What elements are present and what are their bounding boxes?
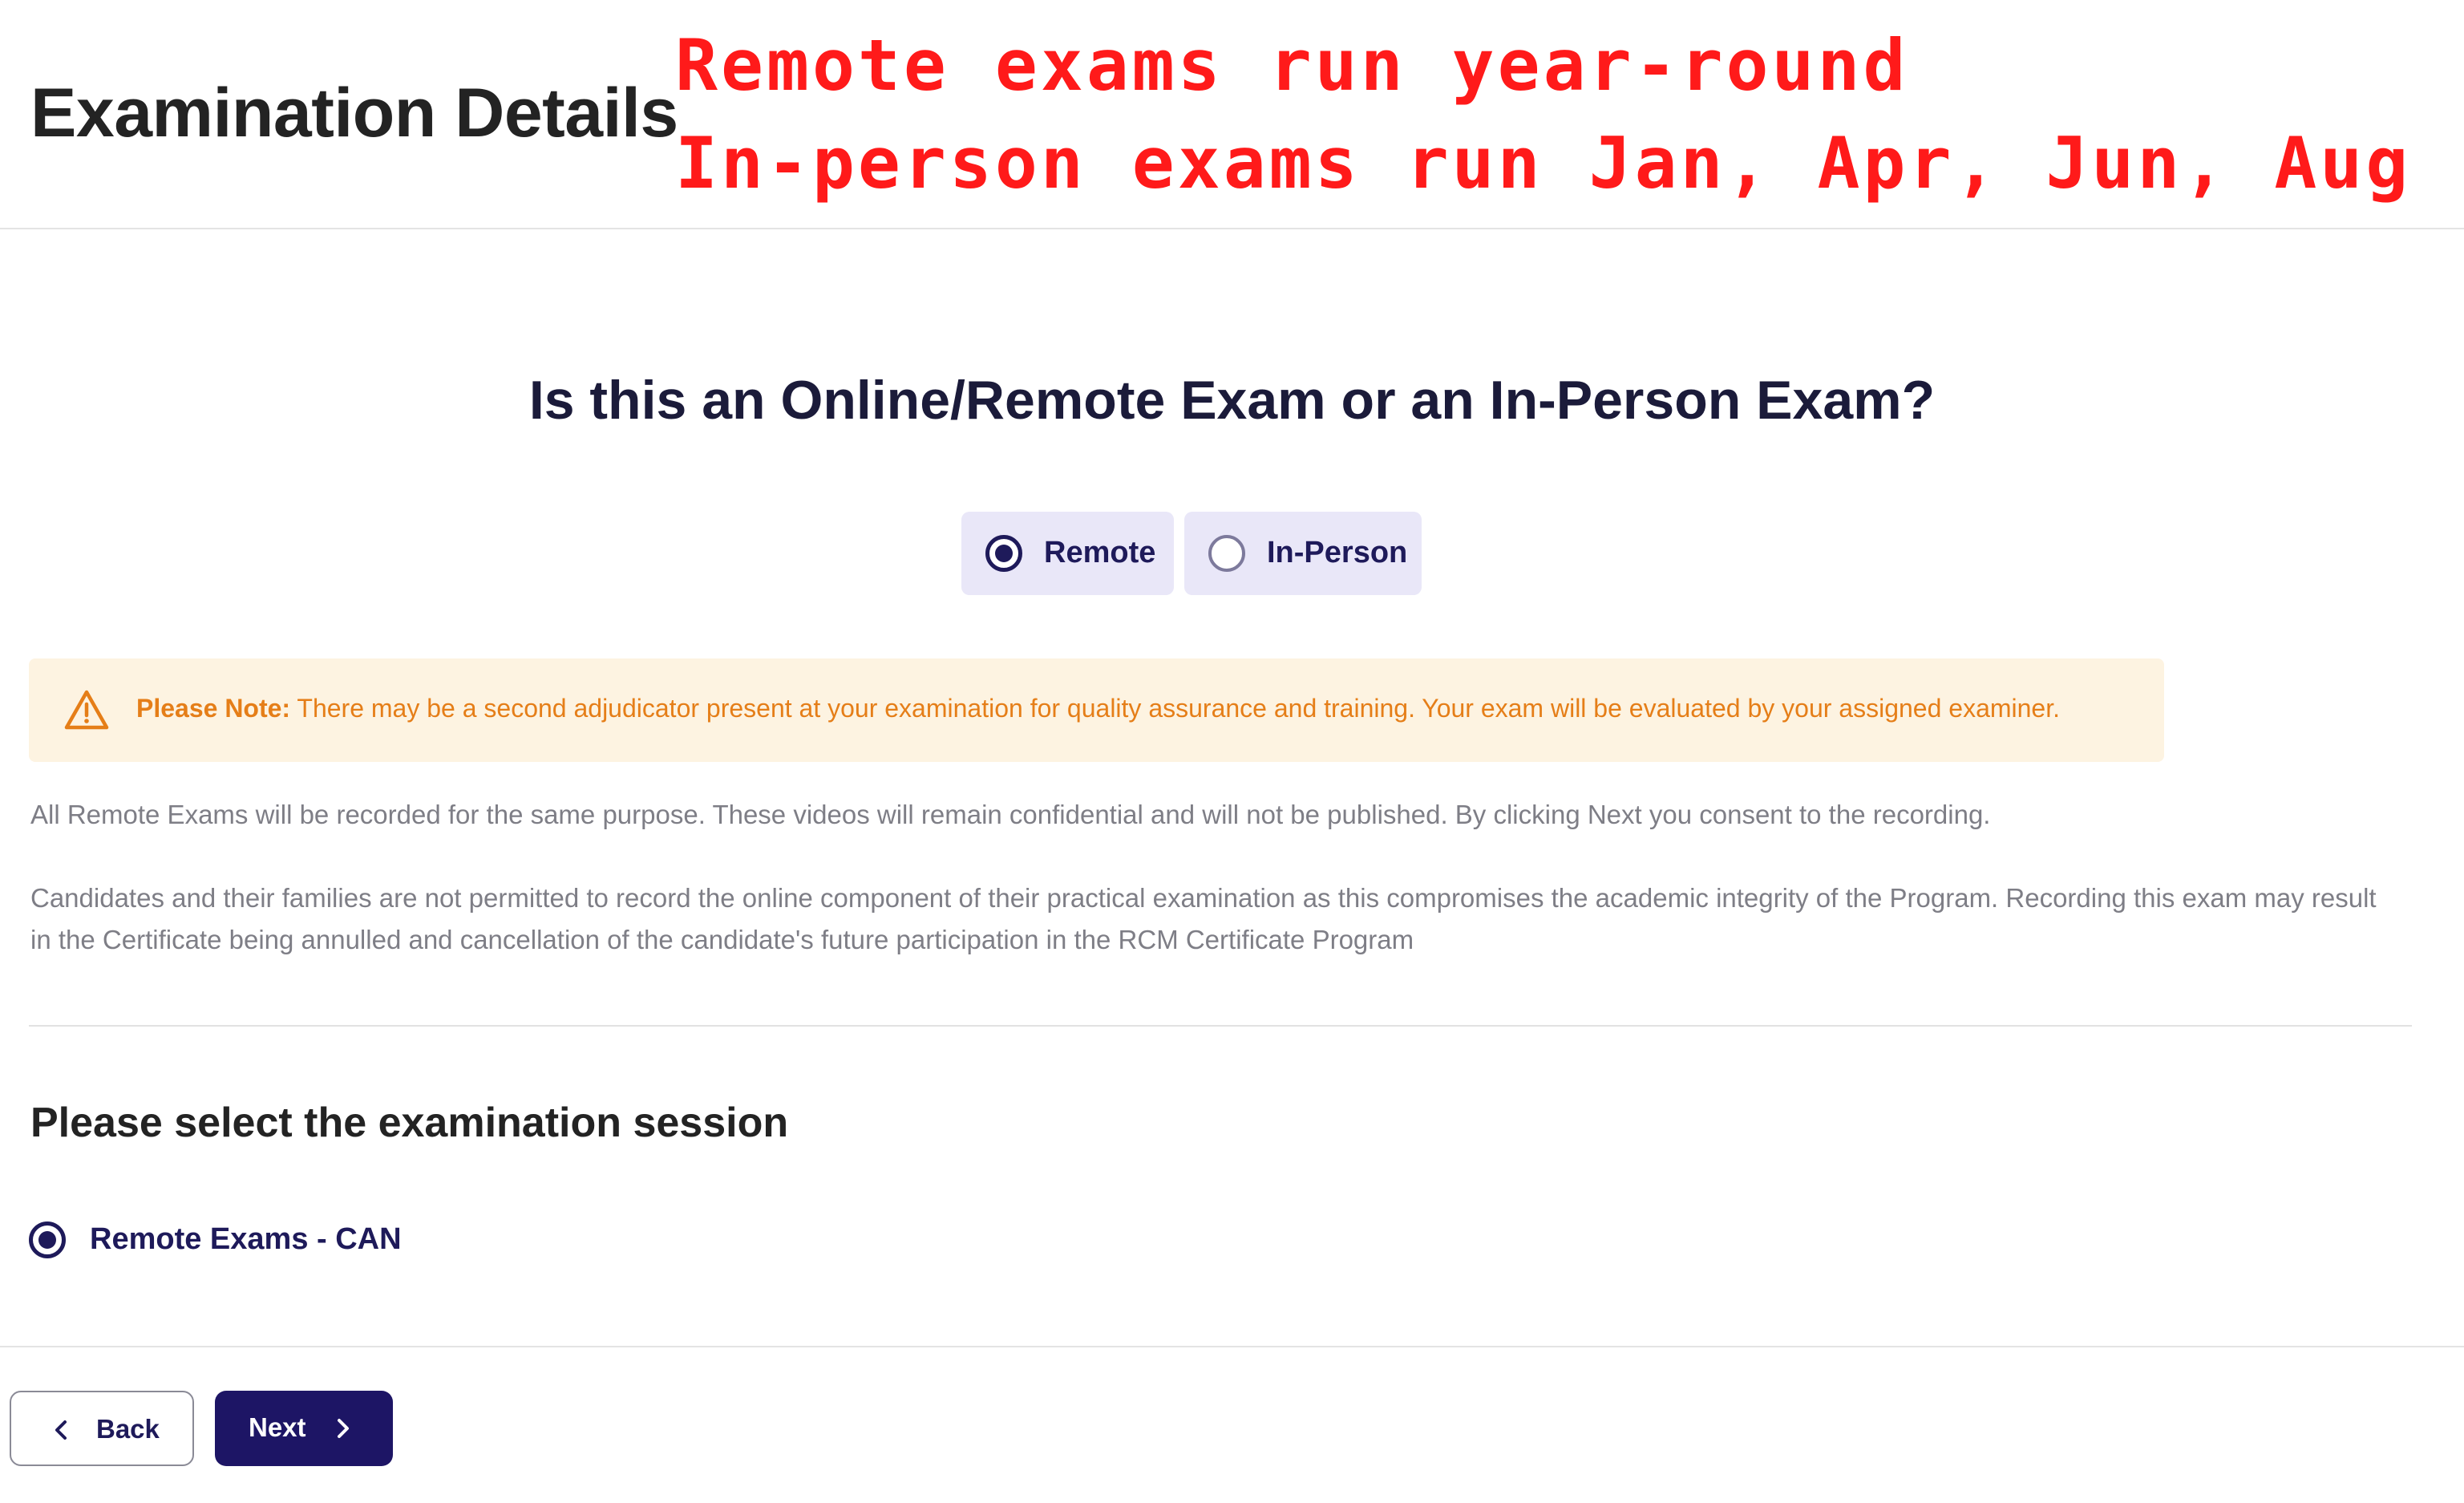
radio-selected-icon[interactable]	[985, 535, 1022, 572]
warning-triangle-icon	[64, 690, 109, 730]
radio-unselected-icon[interactable]	[1208, 535, 1245, 572]
annotation-remote-schedule: Remote exams run year-round	[675, 24, 1909, 107]
session-section-title: Please select the examination session	[30, 1100, 789, 1146]
next-button[interactable]: Next	[215, 1391, 393, 1466]
chevron-right-icon	[338, 1419, 349, 1438]
page-title: Examination Details	[30, 75, 678, 152]
chevron-left-icon	[55, 1420, 67, 1440]
exam-type-question: Is this an Online/Remote Exam or an In-P…	[528, 370, 1936, 431]
exam-type-option-label: Remote	[1044, 536, 1156, 569]
exam-type-option-remote[interactable]: Remote	[961, 512, 1174, 595]
recording-policy-text: Candidates and their families are not pe…	[30, 883, 2377, 954]
next-button-label: Next	[249, 1412, 306, 1442]
notice-lead: Please Note:	[136, 694, 291, 723]
exam-details-page: Examination Details Remote exams run yea…	[0, 0, 2464, 1503]
exam-type-option-label: In-Person	[1267, 536, 1408, 569]
please-note-alert: Please Note: There may be a second adjud…	[29, 658, 2164, 762]
session-option-label: Remote Exams - CAN	[90, 1222, 402, 1256]
exam-type-option-in-person[interactable]: In-Person	[1184, 512, 1422, 595]
footer-divider	[0, 1346, 2464, 1347]
session-option-remote-can[interactable]: Remote Exams - CAN	[29, 1217, 430, 1262]
radio-selected-icon[interactable]	[29, 1221, 66, 1258]
back-button[interactable]: Back	[10, 1391, 194, 1466]
recording-consent-text: All Remote Exams will be recorded for th…	[30, 800, 1991, 829]
annotation-in-person-schedule: In-person exams run Jan, Apr, Jun, Aug	[675, 122, 2412, 205]
header: Examination Details Remote exams run yea…	[0, 0, 2464, 229]
notice-body: There may be a second adjudicator presen…	[290, 694, 2060, 723]
section-divider	[29, 1025, 2412, 1027]
back-button-label: Back	[96, 1414, 160, 1444]
notice-text: Please Note: There may be a second adjud…	[136, 694, 2060, 723]
